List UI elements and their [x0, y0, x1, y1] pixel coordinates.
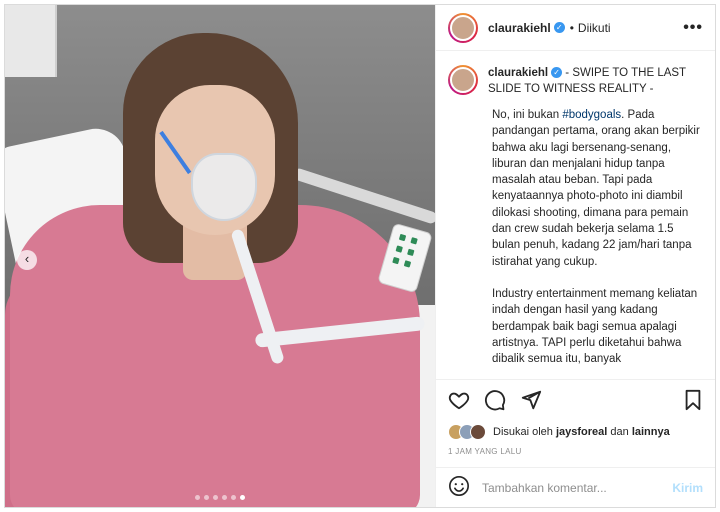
- emoji-icon[interactable]: [448, 475, 470, 500]
- carousel-dot: [240, 495, 245, 500]
- verified-icon: ✓: [551, 67, 563, 79]
- avatar[interactable]: [448, 12, 478, 43]
- oxygen-mask: [191, 153, 257, 221]
- caption-text: No, ini bukan #bodygoals. Pada pandangan…: [492, 109, 700, 366]
- post-header: claurakiehl ✓ • Diikuti •••: [436, 5, 715, 51]
- caption-title: claurakiehl ✓ - SWIPE TO THE LAST SLIDE T…: [488, 67, 686, 95]
- bookmark-icon[interactable]: [683, 389, 703, 411]
- carousel-dot: [222, 495, 227, 500]
- comment-bar: Kirim: [436, 467, 715, 507]
- follow-status[interactable]: • Diikuti: [570, 21, 611, 35]
- verified-icon: ✓: [553, 22, 565, 33]
- carousel-dot: [204, 495, 209, 500]
- likes-summary: Disukai oleh jaysforeal dan lainnya: [436, 419, 715, 445]
- comment-input[interactable]: [482, 480, 673, 495]
- comment-icon[interactable]: [484, 389, 506, 411]
- avatar[interactable]: [470, 424, 486, 440]
- carousel-indicator: [195, 495, 245, 500]
- hashtag-link[interactable]: #bodygoals: [562, 109, 621, 121]
- heart-icon[interactable]: [448, 389, 470, 411]
- more-options-icon[interactable]: •••: [683, 19, 703, 37]
- share-icon[interactable]: [520, 389, 542, 411]
- post-timestamp[interactable]: 1 JAM YANG LALU: [436, 445, 715, 467]
- carousel-dot: [195, 495, 200, 500]
- post-modal: ‹ claurakiehl ✓ • Diikuti ••• claurakiehl…: [4, 4, 716, 508]
- action-bar: [436, 379, 715, 419]
- liker-link[interactable]: jaysforeal: [556, 426, 607, 438]
- carousel-dot: [231, 495, 236, 500]
- likes-others-link[interactable]: lainnya: [632, 426, 670, 438]
- caption-username[interactable]: claurakiehl: [488, 67, 548, 79]
- username-link[interactable]: claurakiehl: [488, 21, 551, 35]
- carousel-dot: [213, 495, 218, 500]
- caption-avatar[interactable]: [448, 65, 478, 95]
- post-photo[interactable]: ‹: [5, 5, 435, 507]
- post-comment-button[interactable]: Kirim: [672, 481, 703, 495]
- carousel-prev-button[interactable]: ‹: [17, 250, 37, 270]
- caption-area: claurakiehl ✓ - SWIPE TO THE LAST SLIDE T…: [436, 51, 715, 379]
- post-side-panel: claurakiehl ✓ • Diikuti ••• claurakiehl ✓ …: [435, 5, 715, 507]
